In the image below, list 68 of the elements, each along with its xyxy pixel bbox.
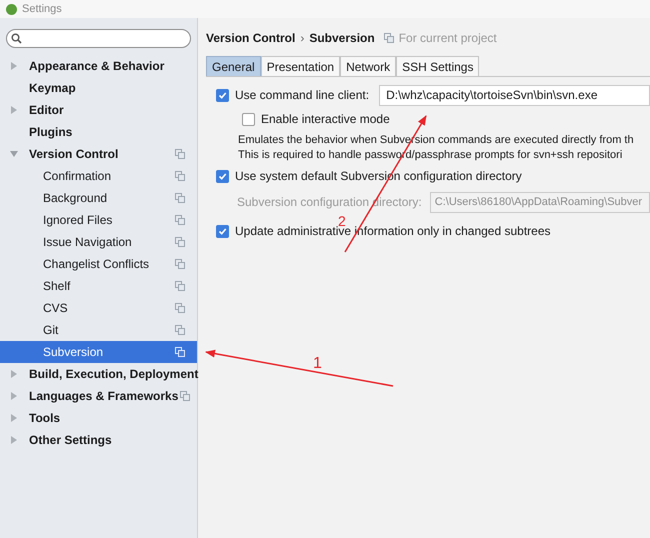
tree-item-label: Other Settings — [29, 432, 113, 449]
checkmark-icon — [218, 226, 227, 236]
tree-item[interactable]: Other Settings — [0, 429, 197, 451]
tree-item[interactable]: Languages & Frameworks — [0, 385, 197, 407]
tab[interactable]: SSH Settings — [396, 56, 480, 76]
checkbox[interactable] — [216, 224, 229, 238]
search-icon — [11, 33, 22, 44]
checkbox[interactable] — [216, 88, 229, 102]
tree-item-label: Confirmation — [43, 168, 112, 185]
tree-item-label: Shelf — [43, 278, 72, 295]
checkbox[interactable] — [216, 170, 229, 182]
search-field[interactable] — [6, 29, 191, 48]
tree-item[interactable]: CVS — [0, 297, 197, 319]
copy-icon — [384, 33, 394, 43]
tree-item[interactable]: Appearance & Behavior — [0, 55, 197, 77]
annotation-number: 1 — [313, 354, 322, 374]
tree-item[interactable]: Editor — [0, 99, 197, 121]
tree-item[interactable]: Git — [0, 319, 197, 341]
tree-item[interactable]: Confirmation — [0, 165, 197, 187]
collapsed-arrow-icon[interactable] — [10, 392, 18, 400]
tree-item[interactable]: Issue Navigation — [0, 231, 197, 253]
checkbox-label: Use command line client: — [235, 87, 370, 104]
tree-item-label: Ignored Files — [43, 212, 114, 229]
annotation-number: 2 — [338, 214, 346, 228]
tree-item-label: Git — [43, 322, 60, 339]
tree-item[interactable]: Version Control — [0, 143, 197, 165]
breadcrumb-parent: Version Control — [206, 30, 296, 47]
path-field[interactable]: D:\whz\capacity\tortoiseSvn\bin\svn.exe — [379, 84, 650, 106]
tree-item-label: Tools — [29, 410, 62, 427]
tree-item-label: Appearance & Behavior — [29, 58, 166, 75]
collapsed-arrow-icon[interactable] — [10, 62, 18, 70]
collapsed-arrow-icon[interactable] — [10, 106, 18, 114]
breadcrumb-separator: › — [300, 30, 304, 47]
window-title: Settings — [22, 2, 62, 17]
tree-item-label: Version Control — [29, 146, 120, 163]
collapsed-arrow-icon[interactable] — [10, 370, 18, 378]
checkmark-icon — [218, 90, 227, 100]
collapsed-arrow-icon[interactable] — [10, 436, 18, 444]
breadcrumb-current: Subversion — [309, 30, 375, 47]
tree-item-label: Issue Navigation — [43, 234, 133, 251]
checkmark-icon — [218, 172, 227, 180]
tree-item-label: Keymap — [29, 80, 77, 97]
app-logo-icon — [6, 4, 17, 14]
tree-item[interactable]: Build, Execution, Deployment — [0, 363, 197, 385]
tree-item[interactable]: Changelist Conflicts — [0, 253, 197, 275]
scope-label: For current project — [398, 30, 497, 47]
expanded-arrow-icon[interactable] — [10, 150, 18, 158]
tab[interactable]: Network — [340, 56, 396, 76]
checkbox[interactable] — [242, 112, 255, 126]
collapsed-arrow-icon[interactable] — [10, 414, 18, 422]
tab[interactable]: Presentation — [260, 56, 340, 76]
tree-item-label: Subversion — [43, 344, 104, 361]
tree-item-label: Languages & Frameworks — [29, 388, 178, 405]
tree-item[interactable]: Plugins — [0, 121, 197, 143]
tree-item-label: Background — [43, 190, 108, 207]
tab[interactable]: General — [206, 56, 261, 76]
tree-item[interactable]: Keymap — [0, 77, 197, 99]
tree-item[interactable]: Subversion — [0, 341, 197, 363]
checkbox-label: Enable interactive mode — [261, 111, 390, 128]
tree-item-label: CVS — [43, 300, 69, 317]
tree-item[interactable]: Ignored Files — [0, 209, 197, 231]
tree-item-label: Editor — [29, 102, 65, 119]
tree-item[interactable]: Shelf — [0, 275, 197, 297]
tree-item-label: Plugins — [29, 124, 74, 141]
tree-item-label: Changelist Conflicts — [43, 256, 150, 273]
tree-item[interactable]: Background — [0, 187, 197, 209]
tree-item[interactable]: Tools — [0, 407, 197, 429]
tree-item-label: Build, Execution, Deployment — [29, 366, 198, 383]
